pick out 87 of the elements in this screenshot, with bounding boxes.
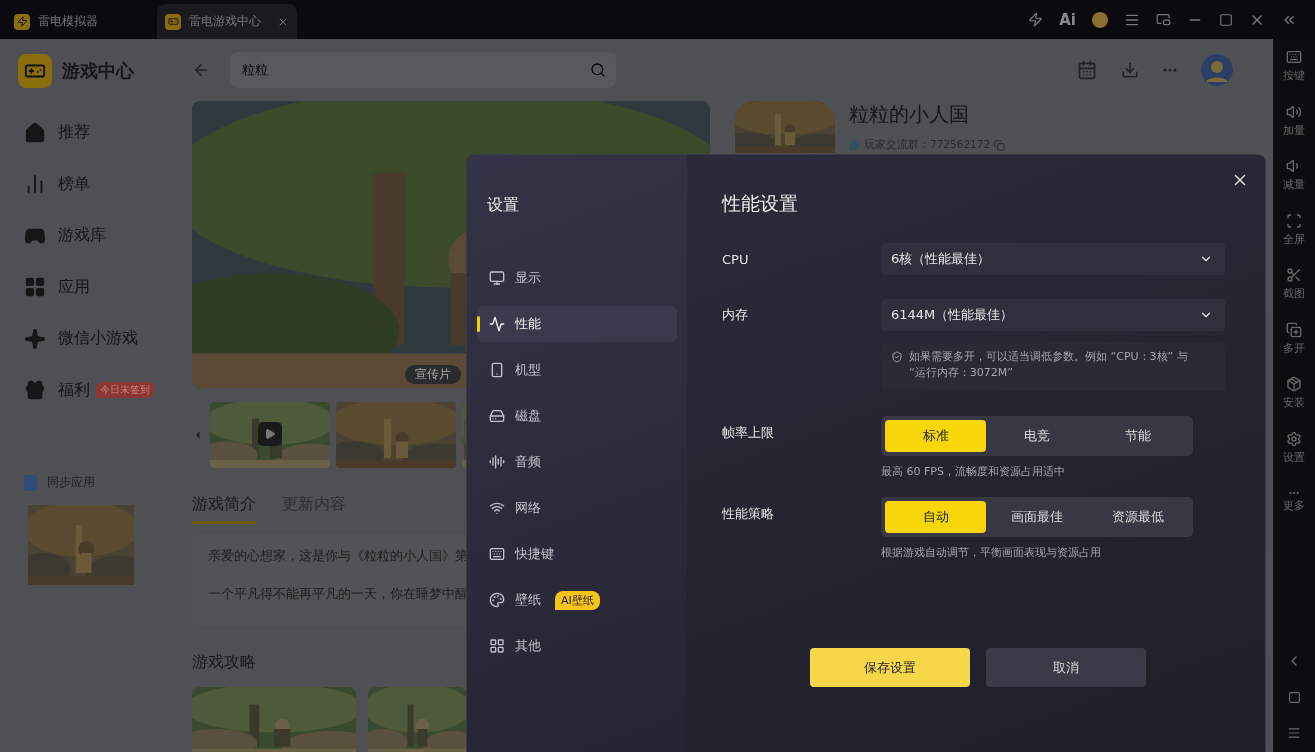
package-icon [1286,376,1302,393]
settings-nav-item[interactable]: 快捷键 [477,536,677,572]
settings-nav-item[interactable]: 显示 [477,260,677,296]
play-icon[interactable] [258,422,282,446]
settings-nav-item[interactable]: 其他 [477,628,677,664]
segment-option[interactable]: 画面最佳 [986,501,1088,533]
badge: AI壁纸 [555,590,600,610]
calendar-icon[interactable] [1077,60,1097,80]
dropdown[interactable]: 6144M（性能最佳） [881,299,1225,331]
search-icon[interactable] [590,62,606,78]
window-tab[interactable]: 雷电模拟器 [6,4,151,39]
settings-nav-item[interactable]: 音频 [477,444,677,480]
toolbar-button[interactable]: 多开 [1283,311,1305,366]
chat-icon [849,139,860,151]
more-icon [1289,491,1299,496]
cancel-button[interactable]: 取消 [985,648,1146,687]
toolbar-button[interactable]: 截图 [1283,257,1305,312]
monitor-icon [489,270,505,286]
setting-label: 内存 [722,306,749,324]
game-title: 粒粒的小人国 [849,101,970,128]
recent-apps-icon[interactable] [1287,726,1301,740]
sparkle-icon [24,327,46,350]
toolbar-button[interactable]: 全屏 [1283,202,1305,257]
more-icon[interactable] [1163,68,1177,72]
gift-icon [24,379,46,402]
settings-nav-item[interactable]: 机型 [477,352,677,388]
shrink-icon[interactable] [1156,12,1171,27]
toolbar-button[interactable]: 更多 [1283,475,1305,530]
app-title: 游戏中心 [62,59,134,83]
pulse-icon [489,316,505,332]
keyboard-icon [489,546,505,562]
segment-option[interactable]: 自动 [885,501,987,533]
maximize-icon[interactable] [1219,12,1233,27]
settings-nav-item[interactable]: 网络 [477,490,677,526]
dropdown[interactable]: 6核（性能最佳） [881,243,1225,275]
volume-up-icon [1286,103,1302,120]
settings-nav-item[interactable]: 壁纸 AI壁纸 [477,582,677,618]
lightning-icon[interactable] [1028,12,1044,27]
grid-icon [24,276,46,299]
download-icon[interactable] [1121,61,1139,79]
search-field[interactable]: 粒粒 [230,52,616,88]
segment-option[interactable]: 节能 [1087,420,1189,452]
scissors-icon [1286,267,1302,284]
back-icon[interactable] [192,61,210,79]
settings-nav-item[interactable]: 磁盘 [477,398,677,434]
app-logo-icon [14,13,30,30]
toolbar-button[interactable]: 减量 [1283,148,1305,203]
palette-icon [489,592,505,608]
phone-icon [24,474,37,491]
toolbar-button[interactable]: 加量 [1283,93,1305,148]
toolbar-button[interactable]: 安装 [1283,366,1305,421]
ai-button[interactable]: Ai [1059,10,1076,29]
gamepad-logo-icon [18,54,52,88]
hint-text: 如果需要多开，可以适当调低参数。例如 “CPU：3核” 与 “运行内存：3072M” [909,349,1189,381]
wifi-icon [489,500,505,516]
setting-label: 帧率上限 [722,424,775,442]
panel-title: 性能设置 [722,191,799,216]
toolbar-button[interactable]: 按键 [1283,39,1305,94]
badge: 今日未签到 [96,382,154,399]
segment-option[interactable]: 电竞 [986,420,1088,452]
house-icon [24,121,46,144]
home-icon[interactable] [1287,691,1301,704]
window-tab[interactable]: 雷电游戏中心 [157,4,297,39]
sidebar-item[interactable]: 福利 今日未签到 [18,364,182,416]
fullscreen-icon [1286,212,1302,229]
avatar[interactable] [1201,54,1233,86]
audio-wave-icon [489,454,505,470]
setting-note: 根据游戏自动调节，平衡画面表现与资源占用 [881,545,1102,560]
setting-label: 性能策略 [722,505,775,523]
save-button[interactable]: 保存设置 [809,648,970,687]
grid-icon [489,638,505,654]
phone-icon [489,362,505,378]
gamepad-icon [165,13,181,30]
setting-label: CPU [722,251,750,267]
user-avatar[interactable] [1092,11,1108,28]
toolbar-button[interactable]: 设置 [1283,420,1305,475]
dialog-title: 设置 [486,195,520,216]
segment-option[interactable]: 标准 [885,420,987,452]
setting-note: 最高 60 FPS，流畅度和资源占用适中 [881,464,1066,479]
video-tag: 宣传片 [405,365,461,384]
keyboard-icon [1286,49,1302,66]
settings-icon [1286,430,1302,447]
segment-option[interactable]: 资源最低 [1087,501,1189,533]
multi-window-icon [1286,321,1302,338]
section-title: 游戏攻略 [192,652,257,673]
shield-icon [891,351,903,363]
settings-nav-item[interactable]: 性能 [477,306,677,342]
